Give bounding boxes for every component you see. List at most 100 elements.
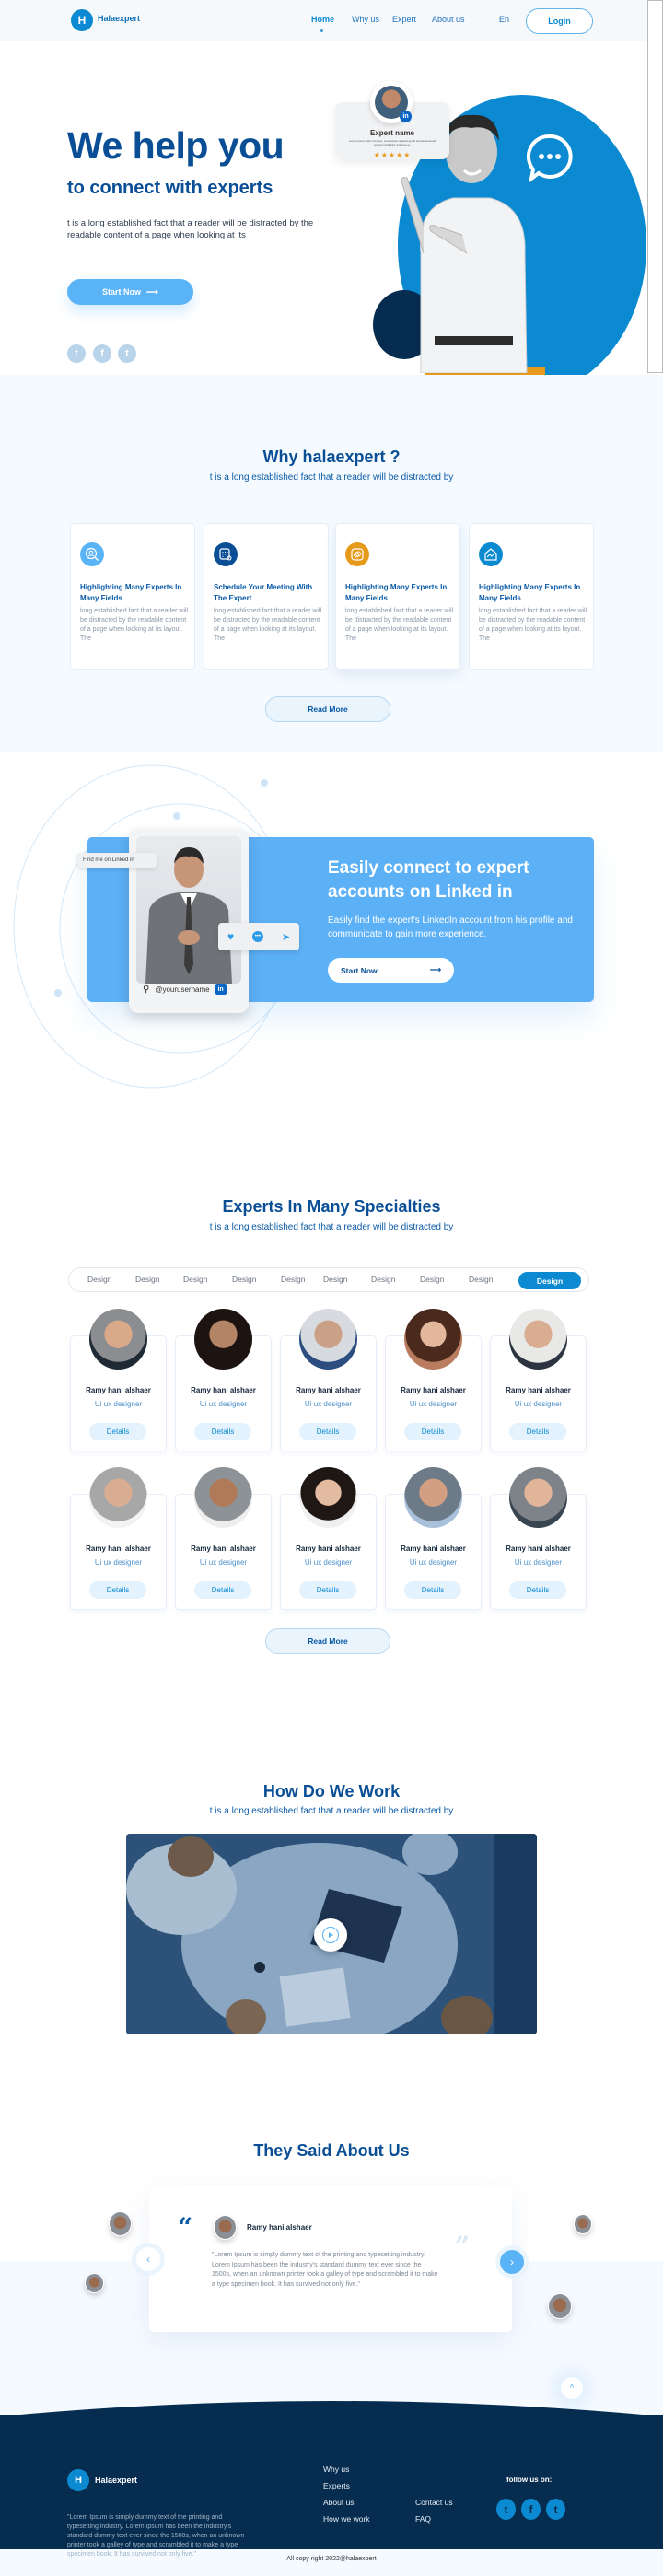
filter-tab[interactable]: Design (183, 1275, 207, 1284)
scrollbar[interactable] (647, 0, 663, 373)
brand-logo[interactable]: H (71, 9, 93, 31)
linkedin-title: Easily connect to expert accounts on Lin… (328, 858, 529, 902)
expert-details-button[interactable]: Details (299, 1581, 356, 1599)
experts-read-more-button[interactable]: Read More (265, 1628, 390, 1654)
nav-about-us[interactable]: About us (432, 15, 465, 24)
previous-button[interactable]: ‹ (136, 2247, 160, 2271)
expert-role: Ui ux designer (304, 1558, 353, 1567)
expert-role: Ui ux designer (199, 1400, 248, 1408)
nav-home[interactable]: Home (311, 15, 334, 24)
filter-tab-active[interactable]: Design (518, 1272, 581, 1289)
play-button[interactable] (314, 1918, 347, 1952)
next-button[interactable]: › (500, 2250, 524, 2274)
twitter-icon[interactable]: t (67, 344, 86, 363)
filter-tab[interactable]: Design (135, 1275, 159, 1284)
filter-tab[interactable]: Design (323, 1275, 347, 1284)
comment-icon[interactable]: ••• (251, 931, 263, 942)
twitter-icon[interactable]: t (118, 344, 136, 363)
footer-brand-logo[interactable]: H (67, 2469, 89, 2491)
rating-stars-icon: ★★★★★ (373, 151, 412, 159)
expert-details-button[interactable]: Details (194, 1581, 251, 1599)
expert-name: Ramy hani alshaer (191, 1544, 256, 1553)
language-switch[interactable]: En (499, 15, 509, 24)
why-read-more-button[interactable]: Read More (265, 696, 390, 722)
expert-avatar (299, 1467, 357, 1528)
expert-role: Ui ux designer (199, 1558, 248, 1567)
expert-details-button[interactable]: Details (404, 1423, 461, 1440)
expert-details-button[interactable]: Details (299, 1423, 356, 1440)
twitter-icon[interactable]: t (496, 2499, 516, 2520)
footer-link-faq[interactable]: FAQ (415, 2514, 431, 2524)
expert-role: Ui ux designer (409, 1558, 458, 1567)
expert-bio: Lorem ipsum dolor sit amet, consectetur … (348, 139, 436, 146)
why-card: Highlighting Many Experts In Many Fields… (335, 523, 460, 670)
facebook-icon[interactable]: f (521, 2499, 541, 2520)
expert-avatar (89, 1309, 147, 1370)
hero-title: We help you (67, 124, 285, 167)
close-quote-icon: ” (455, 2231, 471, 2261)
username-search-bar[interactable]: ⚲ @yourusername in (143, 981, 262, 997)
footer-link-about-us[interactable]: About us (323, 2498, 355, 2507)
footer-link-how-we-work[interactable]: How we work (323, 2514, 370, 2524)
filter-tab[interactable]: Design (87, 1275, 111, 1284)
nav-expert[interactable]: Expert (392, 15, 416, 24)
expert-details-button[interactable]: Details (194, 1423, 251, 1440)
user-search-icon (80, 542, 104, 566)
expert-details-button[interactable]: Details (509, 1581, 566, 1599)
expert-role: Ui ux designer (94, 1558, 143, 1567)
active-indicator (320, 29, 323, 32)
why-title: Why halaexpert ? (262, 448, 401, 466)
reviewer-avatar[interactable] (109, 2211, 132, 2236)
specialty-filter-bar: Design Design Design Design Design Desig… (68, 1267, 589, 1292)
arrow-right-icon: ⟶ (429, 965, 441, 974)
send-icon[interactable]: ➤ (282, 931, 290, 943)
reviewer-avatar[interactable] (548, 2293, 572, 2319)
facebook-icon[interactable]: f (93, 344, 111, 363)
expert-details-button[interactable]: Details (404, 1581, 461, 1599)
brand-name[interactable]: Halaexpert (98, 14, 140, 23)
expert-avatar (509, 1309, 567, 1370)
linkedin-description: Easily find the expert's LinkedIn accoun… (328, 915, 573, 939)
expert-avatar (194, 1467, 252, 1528)
expert-details-button[interactable]: Details (89, 1581, 146, 1599)
footer-brand-name: Halaexpert (95, 2476, 138, 2485)
reviewer-avatar[interactable] (574, 2214, 592, 2234)
filter-tab[interactable]: Design (232, 1275, 256, 1284)
linkedin-start-now-button[interactable]: Start Now ⟶ (328, 958, 454, 983)
copyright: All copy right 2022@halaexpert (286, 2556, 377, 2562)
hero-start-now-button[interactable]: Start Now ⟶ (67, 279, 193, 305)
hero-illustration (0, 41, 647, 375)
expert-name: Ramy hani alshaer (506, 1544, 571, 1553)
filter-tab[interactable]: Design (371, 1275, 395, 1284)
expert-avatar (404, 1467, 462, 1528)
login-button[interactable]: Login (526, 8, 593, 34)
footer-link-experts[interactable]: Experts (323, 2481, 350, 2490)
link-icon (345, 542, 369, 566)
filter-tab[interactable]: Design (469, 1275, 493, 1284)
nav-why-us[interactable]: Why us (352, 15, 379, 24)
heart-icon[interactable]: ♥ (227, 930, 234, 943)
filter-tab[interactable]: Design (281, 1275, 305, 1284)
hero-subtitle: to connect with experts (67, 178, 273, 198)
why-card: Highlighting Many Experts In Many Fields… (70, 523, 195, 670)
expert-details-button[interactable]: Details (89, 1423, 146, 1440)
expert-avatar (194, 1309, 252, 1370)
testimonial-name: Ramy hani alshaer (247, 2223, 312, 2232)
expert-name: Ramy hani alshaer (191, 1386, 256, 1394)
footer-link-why-us[interactable]: Why us (323, 2465, 349, 2474)
why-subtitle: t is a long established fact that a read… (209, 472, 454, 483)
twitter-icon[interactable]: t (546, 2499, 565, 2520)
expert-role: Ui ux designer (304, 1400, 353, 1408)
chevron-left-icon: ‹ (146, 2253, 150, 2266)
linkedin-icon: in (400, 111, 412, 122)
play-icon (329, 1932, 333, 1938)
experts-title: Experts In Many Specialties (222, 1197, 441, 1216)
why-card-text: long established fact that a reader will… (479, 608, 587, 642)
why-card-title: Schedule Your Meeting With The Expert (214, 583, 313, 602)
footer-link-contact-us[interactable]: Contact us (415, 2498, 453, 2507)
expert-details-button[interactable]: Details (509, 1423, 566, 1440)
reviewer-avatar[interactable] (85, 2273, 104, 2293)
filter-tab[interactable]: Design (420, 1275, 444, 1284)
arrow-right-icon: ⟶ (146, 286, 158, 297)
why-card: Highlighting Many Experts In Many Fields… (469, 523, 594, 670)
